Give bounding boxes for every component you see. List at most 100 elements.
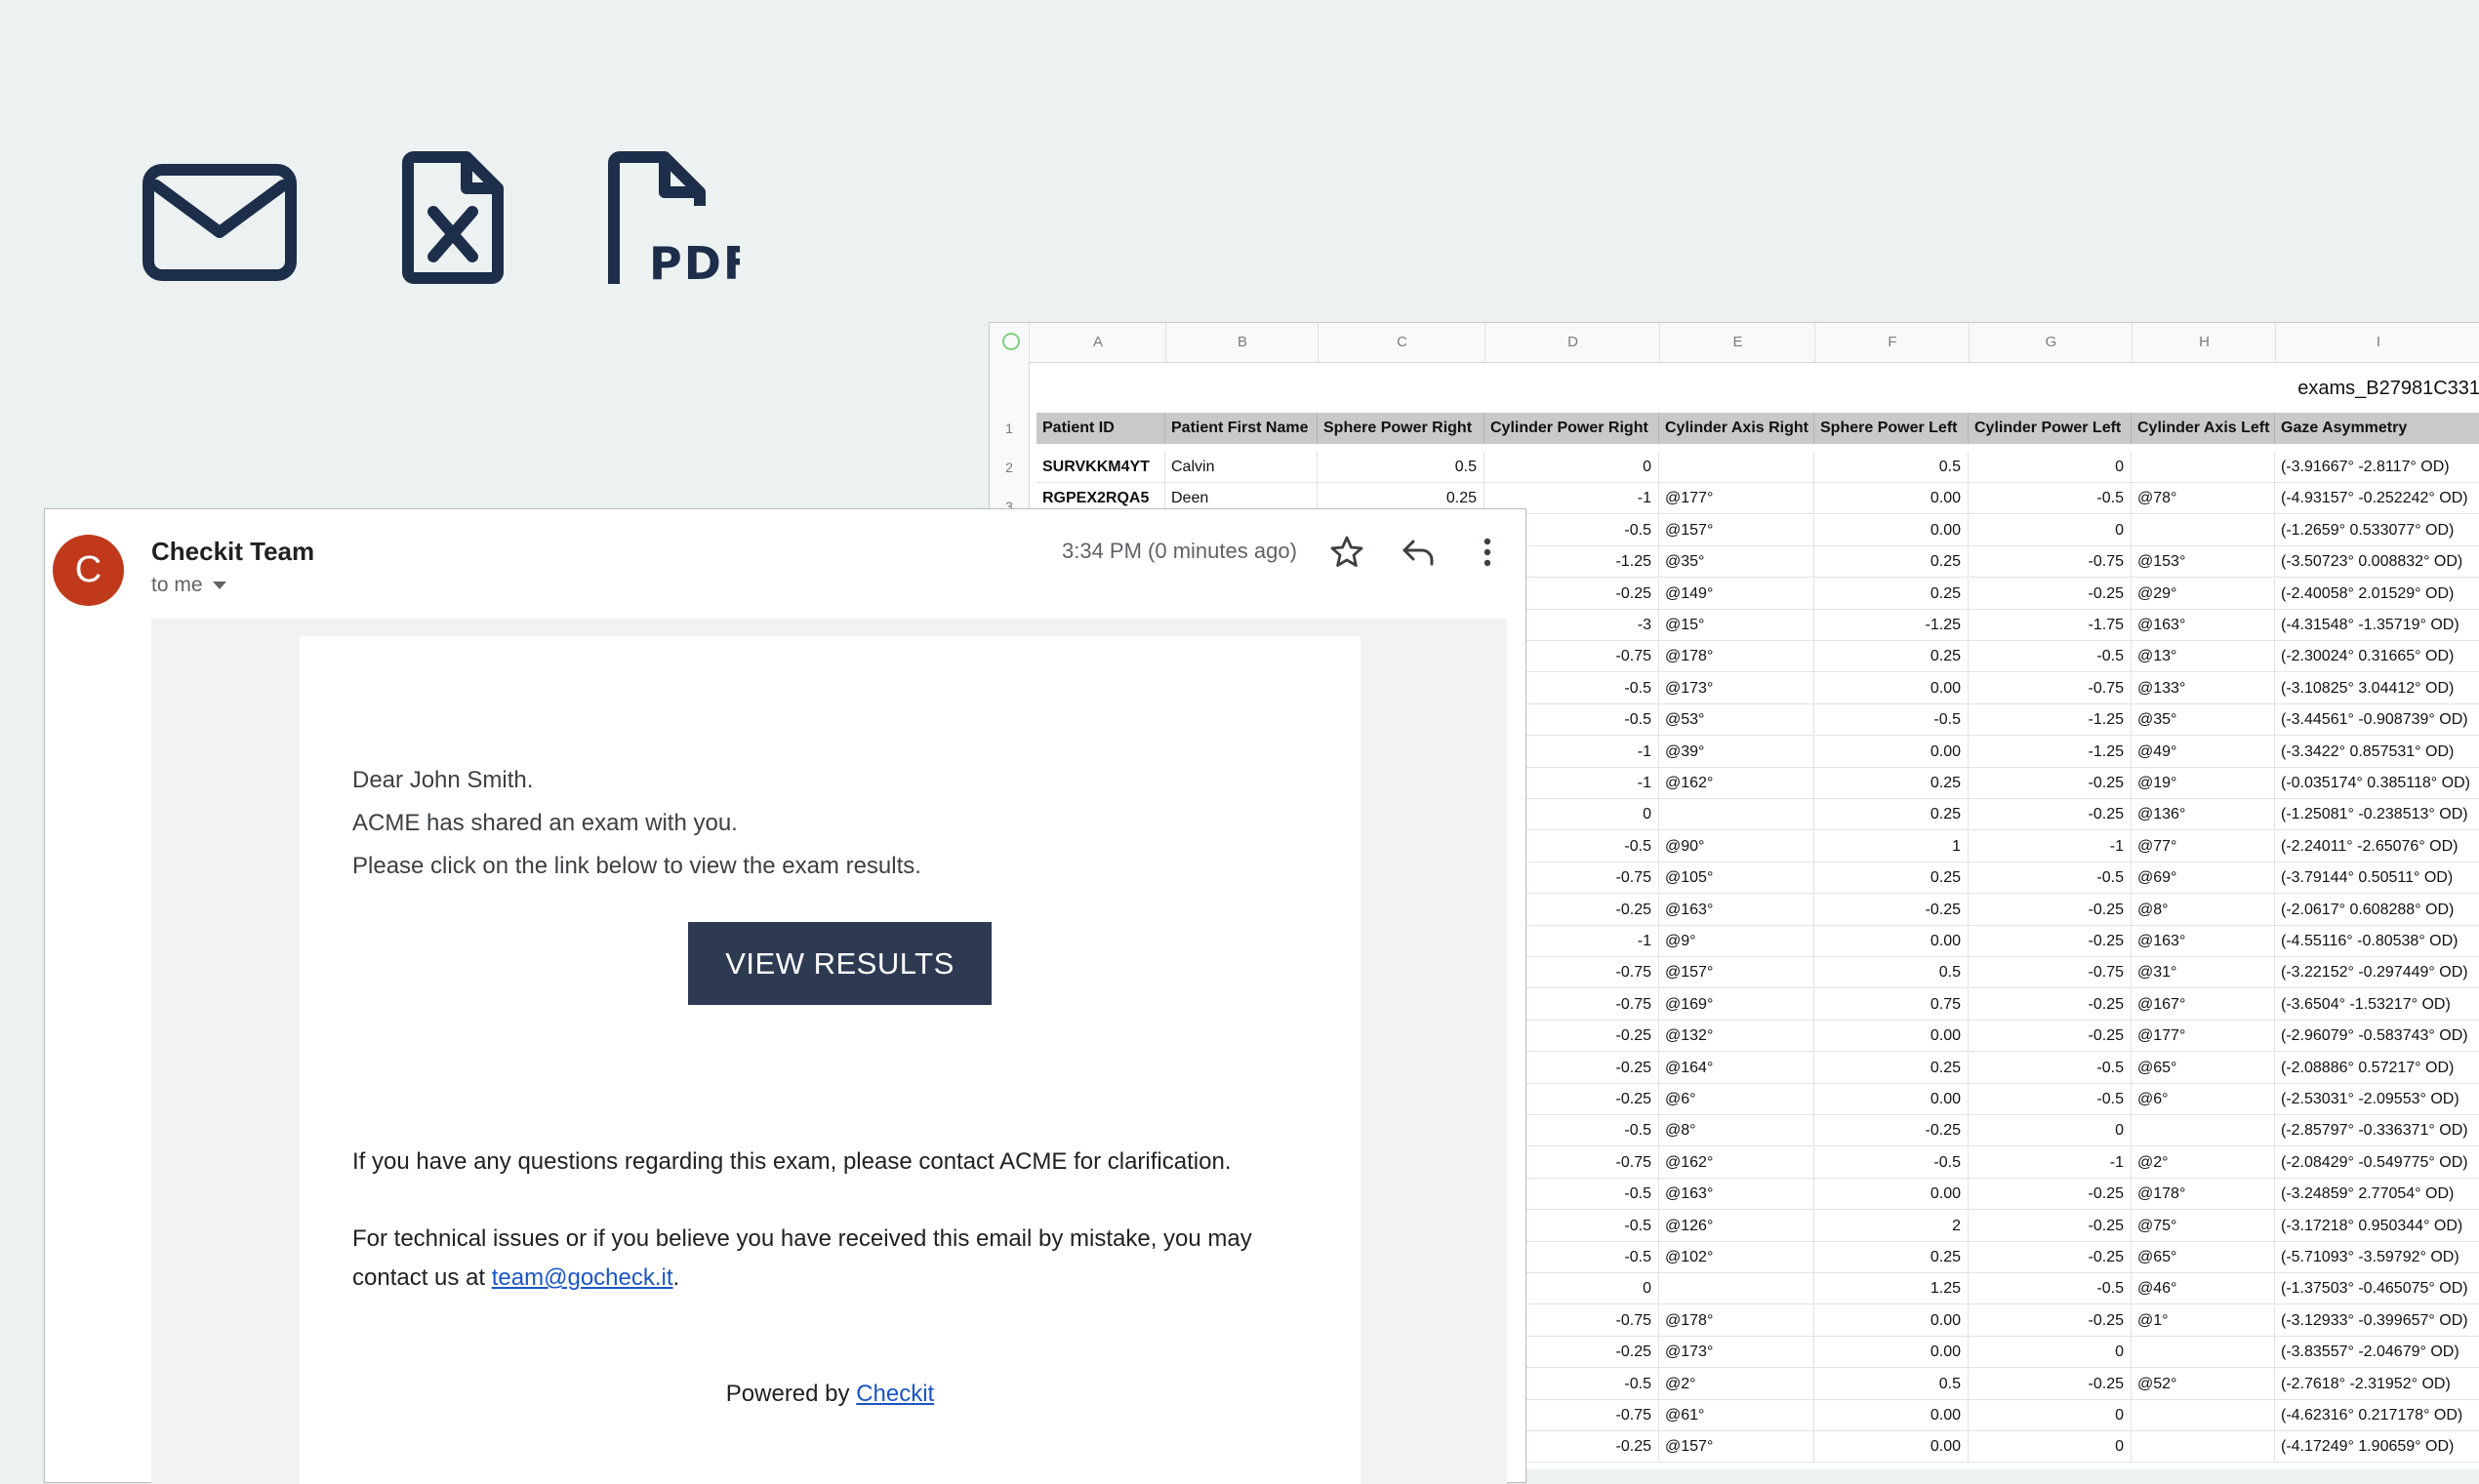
table-cell[interactable]: -0.25 xyxy=(1969,1179,2132,1211)
table-cell[interactable]: 0.25 xyxy=(1814,1052,1969,1084)
table-cell[interactable]: @126° xyxy=(1659,1210,1814,1242)
table-cell[interactable]: @8° xyxy=(2132,894,2275,926)
header-cell[interactable]: Cylinder Power Left xyxy=(1969,413,2132,444)
table-cell[interactable]: 0.00 xyxy=(1814,736,1969,768)
table-cell[interactable]: 0.00 xyxy=(1814,1084,1969,1115)
header-cell[interactable]: Patient ID xyxy=(1036,413,1165,444)
table-cell[interactable]: -0.5 xyxy=(1969,1084,2132,1115)
table-cell[interactable]: -0.25 xyxy=(1969,1368,2132,1400)
table-cell[interactable]: (-5.71093° -3.59792° OD) xyxy=(2275,1242,2479,1273)
table-cell[interactable]: 0 xyxy=(1969,1400,2132,1431)
table-cell[interactable]: @136° xyxy=(2132,799,2275,831)
table-cell[interactable]: @163° xyxy=(2132,926,2275,957)
table-cell[interactable]: @173° xyxy=(1659,672,1814,704)
table-cell[interactable]: -0.25 xyxy=(1969,1021,2132,1053)
column-letter[interactable]: B xyxy=(1165,323,1319,362)
table-cell[interactable]: @2° xyxy=(1659,1368,1814,1400)
table-cell[interactable]: @31° xyxy=(2132,957,2275,989)
table-cell[interactable]: (-3.10825° 3.04412° OD) xyxy=(2275,673,2479,704)
table-cell[interactable]: (-1.2659° 0.533077° OD) xyxy=(2275,515,2479,546)
table-cell[interactable]: 0.75 xyxy=(1814,988,1969,1021)
table-cell[interactable]: @78° xyxy=(2132,483,2275,515)
table-cell[interactable]: @149° xyxy=(1659,578,1814,610)
table-cell[interactable]: @35° xyxy=(1659,546,1814,579)
table-cell[interactable]: -0.75 xyxy=(1969,957,2132,989)
table-cell[interactable]: (-3.17218° 0.950344° OD) xyxy=(2275,1211,2479,1242)
table-cell[interactable]: 0.25 xyxy=(1814,768,1969,799)
table-cell[interactable]: @178° xyxy=(1659,1304,1814,1337)
table-cell[interactable]: 0.00 xyxy=(1814,1304,1969,1337)
table-cell[interactable]: 0.25 xyxy=(1814,1242,1969,1273)
table-cell[interactable]: 1.25 xyxy=(1814,1273,1969,1305)
table-cell[interactable]: (-1.37503° -0.465075° OD) xyxy=(2275,1273,2479,1305)
table-cell[interactable]: -0.25 xyxy=(1969,1304,2132,1337)
table-cell[interactable]: -0.5 xyxy=(1969,1273,2132,1305)
table-cell[interactable]: @46° xyxy=(2132,1273,2275,1305)
column-letter[interactable]: C xyxy=(1318,323,1485,362)
avatar[interactable]: C xyxy=(53,535,124,606)
table-cell[interactable]: @69° xyxy=(2132,862,2275,895)
table-cell[interactable]: -1 xyxy=(1969,1146,2132,1179)
table-cell[interactable]: (-2.7618° -2.31952° OD) xyxy=(2275,1369,2479,1400)
table-cell[interactable]: 0.5 xyxy=(1318,452,1484,483)
table-cell[interactable]: -1.25 xyxy=(1969,736,2132,768)
table-cell[interactable]: @39° xyxy=(1659,736,1814,768)
table-cell[interactable]: -0.5 xyxy=(1814,1146,1969,1179)
table-cell[interactable]: 0 xyxy=(1484,452,1659,483)
table-cell[interactable]: (-2.08429° -0.549775° OD) xyxy=(2275,1147,2479,1179)
table-cell[interactable]: (-4.93157° -0.252242° OD) xyxy=(2275,483,2479,515)
table-cell[interactable]: -0.25 xyxy=(1814,894,1969,926)
table-cell[interactable] xyxy=(2132,1431,2275,1464)
row-number[interactable]: 2 xyxy=(990,460,1029,475)
table-cell[interactable]: -0.25 xyxy=(1969,768,2132,799)
column-letter[interactable]: I xyxy=(2275,323,2479,362)
table-cell[interactable] xyxy=(2132,514,2275,546)
table-cell[interactable]: @173° xyxy=(1659,1337,1814,1369)
header-cell[interactable]: Cylinder Axis Left xyxy=(2132,413,2275,444)
table-cell[interactable]: -0.5 xyxy=(1969,641,2132,673)
table-cell[interactable]: -0.75 xyxy=(1969,546,2132,579)
table-cell[interactable]: -0.5 xyxy=(1969,862,2132,895)
table-cell[interactable]: -1.75 xyxy=(1969,610,2132,641)
table-cell[interactable]: -0.25 xyxy=(1969,988,2132,1021)
table-cell[interactable]: (-3.12933° -0.399657° OD) xyxy=(2275,1305,2479,1337)
header-cell[interactable]: Sphere Power Left xyxy=(1814,413,1969,444)
table-cell[interactable]: (-2.85797° -0.336371° OD) xyxy=(2275,1115,2479,1147)
table-cell[interactable]: @153° xyxy=(2132,546,2275,579)
table-cell[interactable]: 0.00 xyxy=(1814,672,1969,704)
table-cell[interactable]: 0.25 xyxy=(1814,546,1969,579)
column-letter[interactable]: F xyxy=(1814,323,1970,362)
table-cell[interactable]: 0.00 xyxy=(1814,1400,1969,1431)
table-cell[interactable]: 0.00 xyxy=(1814,1021,1969,1053)
table-cell[interactable]: @157° xyxy=(1659,957,1814,989)
table-cell[interactable]: @35° xyxy=(2132,704,2275,737)
table-cell[interactable]: -0.25 xyxy=(1969,1242,2132,1273)
table-cell[interactable]: (-2.40058° 2.01529° OD) xyxy=(2275,579,2479,610)
header-cell[interactable]: Gaze Asymmetry xyxy=(2275,413,2479,444)
table-cell[interactable]: (-3.83557° -2.04679° OD) xyxy=(2275,1337,2479,1369)
table-cell[interactable]: @19° xyxy=(2132,768,2275,799)
table-cell[interactable] xyxy=(1659,799,1814,831)
table-cell[interactable]: -0.5 xyxy=(1969,1052,2132,1084)
table-cell[interactable]: (-2.0617° 0.608288° OD) xyxy=(2275,895,2479,926)
table-cell[interactable]: (-4.62316° 0.217178° OD) xyxy=(2275,1400,2479,1431)
table-cell[interactable]: SURVKKM4YT xyxy=(1036,452,1165,483)
table-cell[interactable]: @1° xyxy=(2132,1304,2275,1337)
table-cell[interactable]: 0.25 xyxy=(1814,578,1969,610)
table-cell[interactable]: @177° xyxy=(2132,1021,2275,1053)
recipient-dropdown[interactable]: to me xyxy=(151,574,226,597)
table-cell[interactable]: @65° xyxy=(2132,1242,2275,1273)
table-cell[interactable]: @162° xyxy=(1659,768,1814,799)
table-cell[interactable]: @52° xyxy=(2132,1368,2275,1400)
table-cell[interactable]: @132° xyxy=(1659,1021,1814,1053)
table-cell[interactable]: 0 xyxy=(1969,1431,2132,1464)
table-cell[interactable]: (-2.08886° 0.57217° OD) xyxy=(2275,1053,2479,1084)
table-cell[interactable]: (-2.30024° 0.31665° OD) xyxy=(2275,641,2479,673)
header-cell[interactable]: Cylinder Power Right xyxy=(1484,413,1659,444)
table-cell[interactable]: @178° xyxy=(1659,641,1814,673)
column-letter[interactable]: D xyxy=(1484,323,1660,362)
header-cell[interactable]: Cylinder Axis Right xyxy=(1659,413,1814,444)
table-cell[interactable]: @77° xyxy=(2132,830,2275,862)
table-cell[interactable]: @53° xyxy=(1659,704,1814,737)
table-cell[interactable]: -1 xyxy=(1969,830,2132,862)
